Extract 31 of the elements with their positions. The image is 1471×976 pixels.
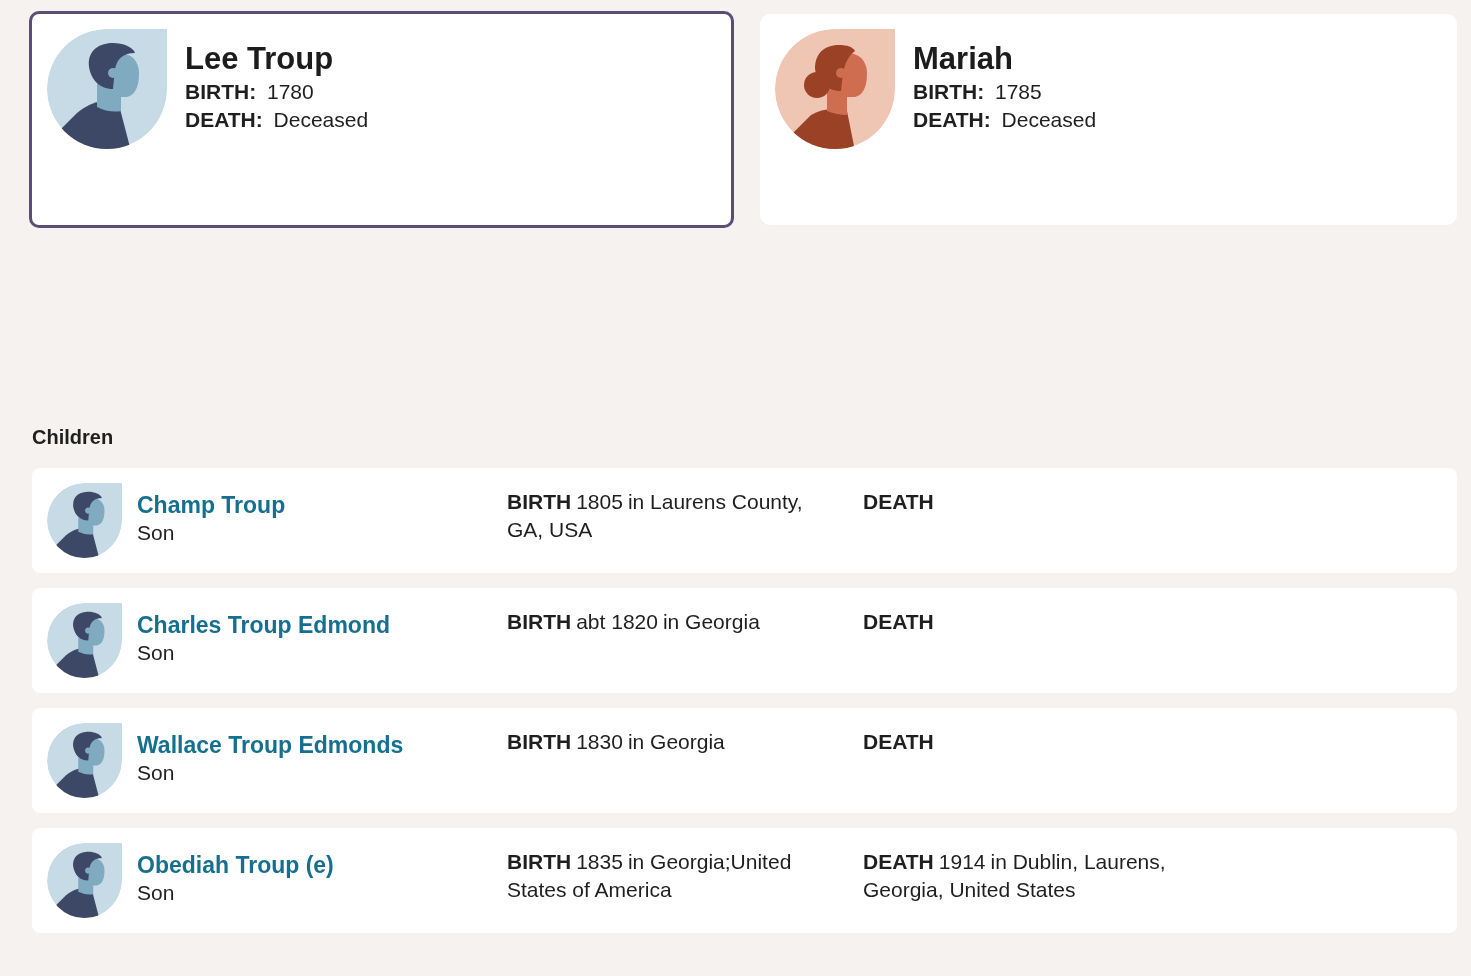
birth-fact: BIRTH 1830 in Georgia <box>507 729 726 755</box>
person-name: Mariah <box>913 42 1014 76</box>
person-card[interactable]: Mariah BIRTH: 1785 DEATH: Deceased <box>760 14 1457 225</box>
relation-text: Son <box>137 760 175 786</box>
section-heading: Children <box>32 425 115 449</box>
man-silhouette-icon <box>47 29 167 149</box>
birth-fact: BIRTH: 1785 <box>913 79 1043 105</box>
man-silhouette-icon <box>47 603 122 678</box>
person-name: Lee Troup <box>185 42 335 76</box>
child-name-link[interactable]: Charles Troup Edmond <box>137 611 391 639</box>
relation-text: Son <box>137 880 175 906</box>
birth-fact: BIRTH 1835 in Georgia;United States of America <box>507 849 793 903</box>
death-fact: DEATH 1914 in Dublin, Laurens, Georgia, United States <box>863 849 1167 903</box>
death-fact: DEATH: Deceased <box>185 107 369 133</box>
death-fact: DEATH: Deceased <box>913 107 1097 133</box>
child-name-link[interactable]: Champ Troup <box>137 491 286 519</box>
man-silhouette-icon <box>47 843 122 918</box>
relation-text: Son <box>137 520 175 546</box>
birth-fact: BIRTH: 1780 <box>185 79 315 105</box>
child-name-link[interactable]: Wallace Troup Edmonds <box>137 731 404 759</box>
man-silhouette-icon <box>47 723 122 798</box>
death-fact: DEATH <box>863 489 935 515</box>
woman-silhouette-icon <box>775 29 895 149</box>
death-fact: DEATH <box>863 729 935 755</box>
man-silhouette-icon <box>47 483 122 558</box>
birth-fact: BIRTH 1805 in Laurens County, GA, USA <box>507 489 804 543</box>
relation-text: Son <box>137 640 175 666</box>
death-fact: DEATH <box>863 609 935 635</box>
person-card[interactable]: Lee Troup BIRTH: 1780 DEATH: Deceased <box>29 11 734 228</box>
birth-fact: BIRTH abt 1820 in Georgia <box>507 609 761 635</box>
child-name-link[interactable]: Obediah Troup (e) <box>137 851 334 879</box>
